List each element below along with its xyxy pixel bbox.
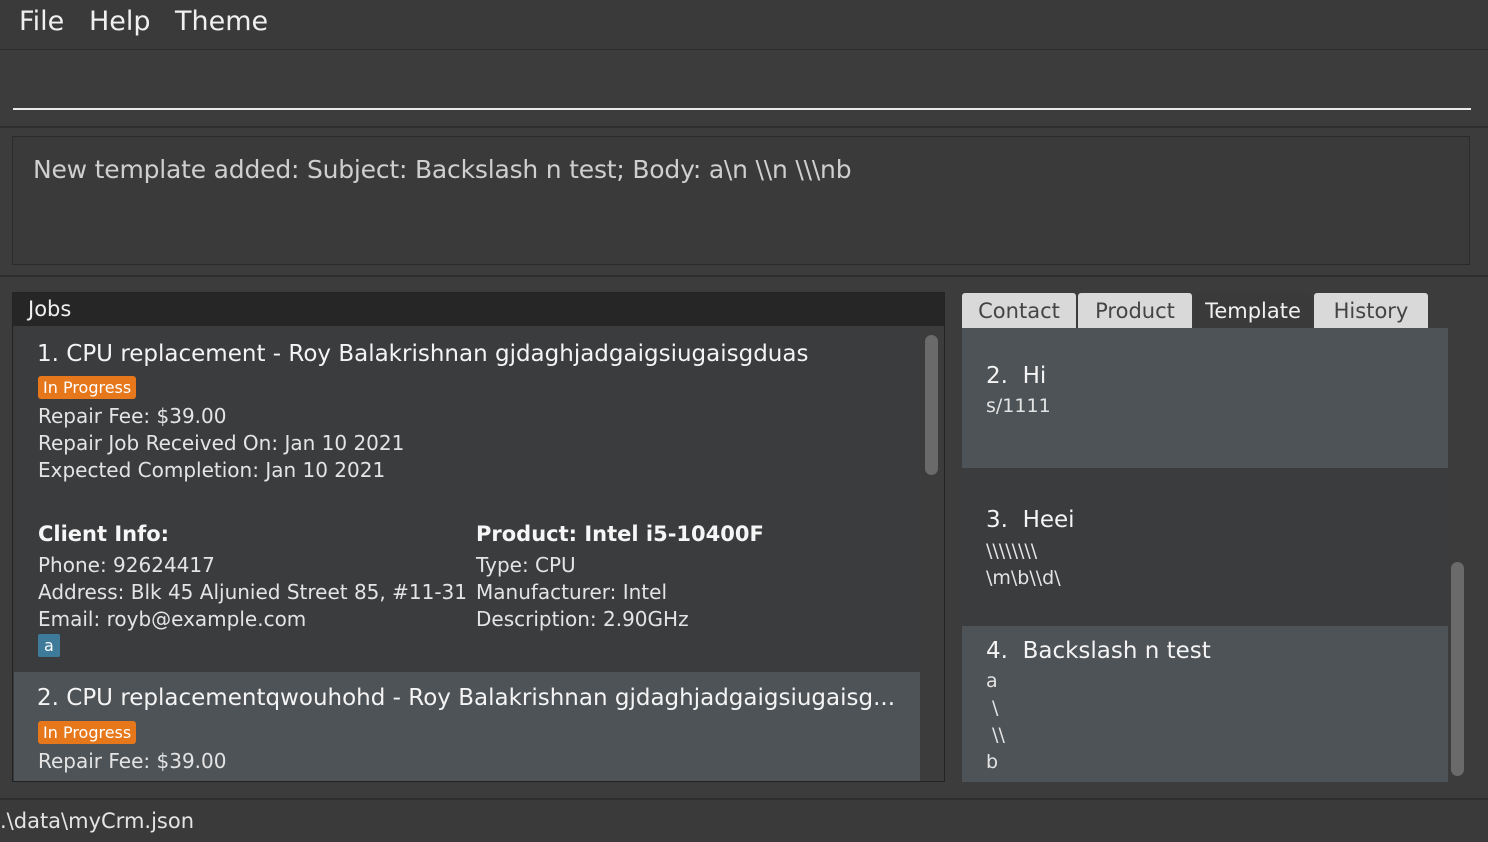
template-body-line: \\\\\\\\	[986, 540, 1038, 562]
template-card[interactable]: 4. Backslash n test a \ \\ b	[962, 626, 1448, 782]
status-badge: In Progress	[38, 376, 137, 399]
template-body-line: \\	[986, 724, 1005, 746]
job-title: 1. CPU replacement - Roy Balakrishnan gj…	[37, 341, 809, 367]
status-badge: In Progress	[38, 721, 137, 744]
tab-product[interactable]: Product	[1078, 293, 1192, 328]
data-file-path: .\data\myCrm.json	[0, 809, 195, 833]
job-card[interactable]: 2. CPU replacementqwouhohd - Roy Balakri…	[14, 672, 921, 781]
product-manufacturer: Manufacturer: Intel	[476, 580, 668, 604]
jobs-scrollbar-thumb[interactable]	[925, 335, 938, 475]
menu-bar: File Help Theme	[0, 0, 1488, 50]
job-expected-date: Expected Completion: Jan 10 2021	[38, 458, 386, 482]
template-body-line: \m\b\\d\	[986, 567, 1061, 589]
template-scrollbar-thumb[interactable]	[1451, 562, 1464, 776]
job-received-date: Repair Job Received On: Jan 10 2021	[38, 431, 405, 455]
template-card[interactable]: 3. Heei \\\\\\\\ \m\b\\d\	[962, 468, 1448, 626]
job-title: 2. CPU replacementqwouhohd - Roy Balakri…	[37, 685, 896, 711]
client-address: Address: Blk 45 Aljunied Street 85, #11-…	[38, 580, 467, 604]
menu-file[interactable]: File	[19, 6, 64, 37]
result-display: New template added: Subject: Backslash n…	[0, 128, 1488, 277]
jobs-header: Jobs	[13, 293, 944, 326]
jobs-title: Jobs	[28, 297, 72, 321]
tab-history[interactable]: History	[1314, 293, 1428, 328]
product-heading: Product: Intel i5-10400F	[476, 522, 764, 546]
client-email: Email: royb@example.com	[38, 607, 307, 631]
job-repair-fee: Repair Fee: $39.00	[38, 404, 227, 428]
menu-theme[interactable]: Theme	[175, 6, 268, 37]
template-card[interactable]: 2. Hi s/1111	[962, 328, 1448, 468]
product-type: Type: CPU	[476, 553, 576, 577]
template-list: 2. Hi s/1111 3. Heei \\\\\\\\ \m\b\\d\ 4…	[962, 328, 1466, 782]
template-body-line: b	[986, 751, 999, 773]
template-scrollbar[interactable]	[1448, 328, 1466, 782]
contact-tag: a	[38, 634, 60, 657]
template-body-line: a	[986, 670, 998, 692]
template-subject: 4. Backslash n test	[986, 638, 1211, 664]
status-bar: .\data\myCrm.json	[0, 798, 1488, 842]
job-card[interactable]: 1. CPU replacement - Roy Balakrishnan gj…	[14, 327, 921, 672]
result-message: New template added: Subject: Backslash n…	[33, 155, 852, 184]
template-body-line: s/1111	[986, 395, 1051, 417]
client-phone: Phone: 92624417	[38, 553, 215, 577]
menu-help[interactable]: Help	[89, 6, 151, 37]
template-subject: 3. Heei	[986, 507, 1075, 533]
job-repair-fee: Repair Fee: $39.00	[38, 749, 227, 773]
tab-template[interactable]: Template	[1194, 293, 1312, 328]
product-description: Description: 2.90GHz	[476, 607, 689, 631]
tab-contact[interactable]: Contact	[962, 293, 1076, 328]
template-subject: 2. Hi	[986, 363, 1047, 389]
jobs-panel: Jobs 1. CPU replacement - Roy Balakrishn…	[12, 292, 945, 782]
jobs-scrollbar[interactable]	[920, 327, 944, 781]
command-box	[0, 50, 1488, 128]
template-body-line: \	[986, 697, 999, 719]
command-input[interactable]	[13, 64, 1471, 110]
result-box[interactable]: New template added: Subject: Backslash n…	[12, 136, 1470, 265]
client-info-heading: Client Info:	[38, 522, 170, 546]
